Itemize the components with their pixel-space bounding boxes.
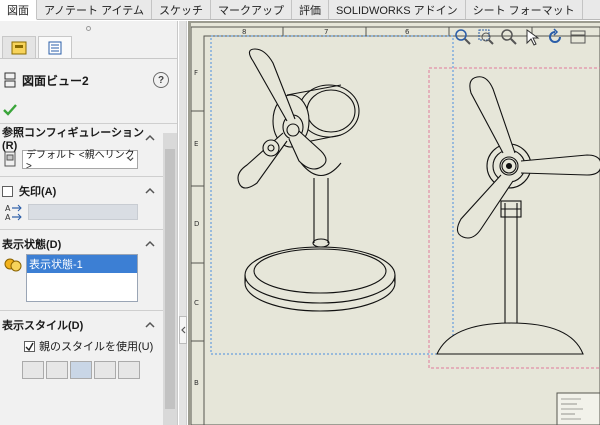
display-state-icon [4, 258, 22, 272]
svg-text:A: A [5, 213, 11, 222]
command-manager-tabs: 図面 アノテート アイテム スケッチ マークアップ 評価 SOLIDWORKS アドインシ… [0, 0, 600, 20]
configuration-icon [4, 151, 16, 167]
drawing-sheet[interactable]: 8 7 6 F E D C B [190, 23, 600, 425]
display-style-buttons [0, 361, 177, 379]
zone-label-side: C [194, 299, 199, 307]
chevron-up-icon [145, 321, 155, 328]
view-boundary-1[interactable] [210, 35, 454, 355]
zone-label-side: E [194, 140, 198, 148]
fan-front-view[interactable] [436, 76, 600, 355]
ok-check-icon[interactable] [2, 103, 18, 117]
display-state-section: 表示状態(D) 表示状態-1 [0, 229, 177, 310]
display-state-list[interactable]: 表示状態-1 [26, 254, 138, 302]
zone-label-side: B [194, 379, 199, 387]
panel-scrollbar[interactable] [163, 133, 177, 425]
tab-0[interactable]: 図面 [0, 0, 37, 20]
wireframe-button[interactable] [22, 361, 44, 379]
use-parent-style-label: 親のスタイルを使用(U) [39, 341, 154, 353]
select-icon[interactable] [522, 28, 541, 47]
display-style-header[interactable]: 表示スタイル(D) [0, 315, 177, 335]
rotate-icon[interactable] [545, 28, 564, 47]
chevron-up-icon[interactable] [145, 186, 155, 196]
tab-1[interactable]: アノテート アイテム [37, 0, 152, 19]
help-icon[interactable]: ? [153, 72, 169, 88]
drawing-view-icon [4, 72, 16, 88]
tab-5[interactable]: SOLIDWORKS アドイン [329, 0, 466, 19]
zoom-in-out-icon[interactable] [499, 28, 518, 47]
heads-up-view-toolbar [449, 25, 600, 49]
sheet-drawing: 8 7 6 F E D C B [190, 26, 600, 425]
property-manager-header: 図面ビュー2 ? [0, 63, 177, 97]
zone-label-side: F [194, 69, 198, 77]
panel-tabs [0, 35, 177, 59]
display-style-section: 表示スタイル(D) 親のスタイルを使用(U) [0, 310, 177, 385]
chevron-up-icon [145, 134, 155, 141]
pan-icon[interactable] [568, 28, 587, 47]
zoom-to-area-icon[interactable] [476, 28, 495, 47]
zone-label-top: 6 [405, 28, 410, 36]
checkmark-icon [25, 342, 34, 351]
arrow-checkbox[interactable] [2, 185, 13, 197]
section-title: 表示状態(D) [2, 239, 62, 251]
reference-configuration-section: 参照コンフィギュレーション(R) デフォルト <親へリンク> [0, 123, 177, 176]
shaded-with-edges-button[interactable] [94, 361, 116, 379]
collapse-handle[interactable] [179, 316, 187, 344]
feature-manager-icon [11, 41, 27, 54]
property-manager-panel: 図面ビュー2 ? 参照コンフィギュレーション(R) デフォルト <親へリンク> … [0, 21, 178, 425]
tab-3[interactable]: マークアップ [211, 0, 292, 19]
arrow-label-icon: A A [5, 204, 22, 222]
tab-2[interactable]: スケッチ [152, 0, 211, 19]
hidden-lines-removed-button[interactable] [70, 361, 92, 379]
arrow-label-input[interactable] [28, 204, 138, 220]
panel-splitter[interactable] [179, 21, 187, 425]
display-state-header[interactable]: 表示状態(D) [0, 234, 177, 254]
configuration-value: デフォルト <親へリンク> [26, 150, 135, 172]
feature-manager-tab[interactable] [2, 36, 36, 58]
chevron-left-icon [181, 326, 186, 334]
tab-6[interactable]: シート フォーマット [466, 0, 583, 19]
section-title: 表示スタイル(D) [2, 320, 84, 332]
tab-4[interactable]: 評価 [292, 0, 329, 19]
configuration-select[interactable]: デフォルト <親へリンク> [22, 149, 138, 172]
arrow-section: 矢印(A) A A [0, 176, 177, 229]
zone-label-top: 7 [324, 28, 328, 36]
panel-grip-icon[interactable] [86, 25, 91, 31]
chevron-up-icon [145, 240, 155, 247]
page-title: 図面ビュー2 [22, 73, 89, 88]
fan-isometric-view[interactable] [237, 48, 396, 312]
section-title: 矢印(A) [19, 186, 57, 198]
hidden-lines-visible-button[interactable] [46, 361, 68, 379]
reference-configuration-header[interactable]: 参照コンフィギュレーション(R) [0, 127, 177, 152]
scrollbar-thumb[interactable] [165, 149, 175, 409]
zoom-to-fit-icon[interactable] [453, 28, 472, 47]
property-manager-icon [48, 41, 62, 54]
svg-text:A: A [5, 204, 11, 213]
property-manager-tab[interactable] [38, 36, 72, 58]
zone-label-top: 8 [242, 28, 246, 36]
chevron-down-icon [127, 156, 134, 161]
shaded-button[interactable] [118, 361, 140, 379]
zone-label-side: D [194, 220, 199, 228]
use-parent-style-checkbox[interactable] [24, 340, 35, 352]
list-item[interactable]: 表示状態-1 [27, 255, 137, 273]
